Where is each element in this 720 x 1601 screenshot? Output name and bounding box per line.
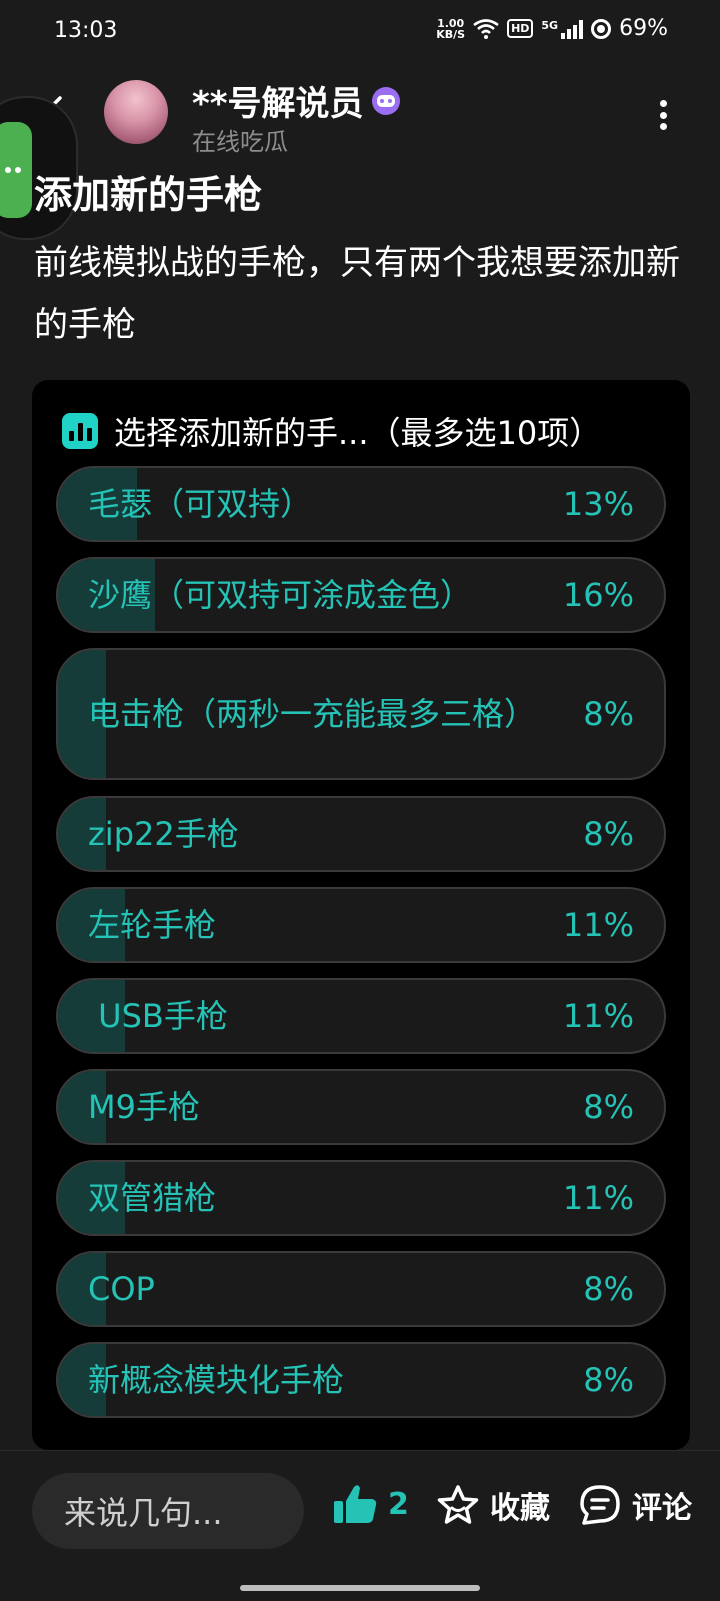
poll-option-percent: 8% <box>583 815 634 853</box>
poll-option[interactable]: 毛瑟（可双持） 13% <box>56 466 666 542</box>
poll-option-label: 左轮手枪 <box>88 906 217 944</box>
poll-option-percent: 11% <box>562 997 634 1035</box>
poll-option[interactable]: 新概念模块化手枪 8% <box>56 1342 666 1418</box>
comment-input[interactable]: 来说几句... <box>32 1473 304 1549</box>
bar-chart-icon <box>62 413 98 449</box>
comment-bubble-icon <box>580 1485 620 1525</box>
poll-option-label: 双管猎枪 <box>88 1179 217 1217</box>
poll-option-label: 毛瑟（可双持） <box>88 485 313 523</box>
poll-option[interactable]: 双管猎枪 11% <box>56 1160 666 1236</box>
post-body: 前线模拟战的手枪，只有两个我想要添加新的手枪 <box>34 243 680 345</box>
favorite-label: 收藏 <box>490 1491 550 1526</box>
bottom-action-bar: 来说几句... 2 收藏 评论 <box>0 1450 720 1601</box>
like-count: 2 <box>388 1486 409 1522</box>
header: **号解说员 在线吃瓜 <box>0 70 720 160</box>
poll-option[interactable]: 沙鹰（可双持可涂成金色） 16% <box>56 557 666 633</box>
avatar[interactable] <box>104 80 168 144</box>
poll-option-percent: 16% <box>562 576 634 614</box>
poll-option-percent: 13% <box>562 485 634 523</box>
poll-option[interactable]: COP 8% <box>56 1251 666 1327</box>
poll-option-label: zip22手枪 <box>88 815 239 853</box>
poll-card: 选择添加新的手...（最多选10项） 毛瑟（可双持） 13% 沙鹰（可双持可涂成… <box>32 380 690 1450</box>
thumbs-up-icon <box>334 1485 377 1523</box>
more-vertical-icon[interactable] <box>656 100 670 130</box>
home-indicator[interactable] <box>240 1585 480 1591</box>
poll-option[interactable]: USB手枪 11% <box>56 978 666 1054</box>
cellular-signal-icon: 5G <box>541 19 584 39</box>
poll-option[interactable]: 左轮手枪 11% <box>56 887 666 963</box>
author-subtitle: 在线吃瓜 <box>192 128 288 156</box>
poll-option[interactable]: M9手枪 8% <box>56 1069 666 1145</box>
network-speed: 1.00 KB/S <box>436 16 466 41</box>
poll-option-percent: 8% <box>583 1088 634 1126</box>
poll-option-label: 新概念模块化手枪 <box>88 1361 345 1399</box>
poll-header: 选择添加新的手...（最多选10项） <box>62 408 601 454</box>
poll-title: 选择添加新的手...（最多选10项） <box>114 414 602 452</box>
comment-button[interactable]: 评论 <box>578 1483 692 1527</box>
poll-option-percent: 11% <box>562 906 634 944</box>
chat-bubble-icon <box>0 122 32 218</box>
author-name[interactable]: **号解说员 <box>192 76 400 125</box>
poll-option-label: 电击枪（两秒一充能最多三格） <box>88 695 537 733</box>
poll-option-percent: 8% <box>583 695 634 733</box>
poll-option[interactable]: zip22手枪 8% <box>56 796 666 872</box>
poll-option-percent: 11% <box>562 1179 634 1217</box>
poll-option-percent: 8% <box>583 1361 634 1399</box>
hd-badge: HD <box>507 19 534 38</box>
favorite-button[interactable]: 收藏 <box>436 1483 550 1527</box>
gamepad-badge-icon <box>371 86 400 115</box>
comment-label: 评论 <box>632 1491 692 1526</box>
like-button[interactable]: 2 <box>332 1483 409 1525</box>
battery-percent: 69% <box>619 16 668 41</box>
poll-option-percent: 8% <box>583 1270 634 1308</box>
status-icons: 1.00 KB/S HD 5G 69% <box>436 16 668 41</box>
poll-option-label: USB手枪 <box>88 997 228 1035</box>
poll-option-label: M9手枪 <box>88 1088 200 1126</box>
poll-option-label: COP <box>88 1270 155 1308</box>
status-bar: 13:03 1.00 KB/S HD 5G 69% <box>0 0 720 66</box>
wifi-icon <box>473 18 499 39</box>
status-time: 13:03 <box>54 18 118 43</box>
star-icon <box>437 1485 479 1524</box>
battery-icon <box>591 18 612 39</box>
poll-option[interactable]: 电击枪（两秒一充能最多三格） 8% <box>56 648 666 780</box>
poll-option-label: 沙鹰（可双持可涂成金色） <box>88 576 473 614</box>
post-title: 添加新的手枪 <box>34 173 263 217</box>
